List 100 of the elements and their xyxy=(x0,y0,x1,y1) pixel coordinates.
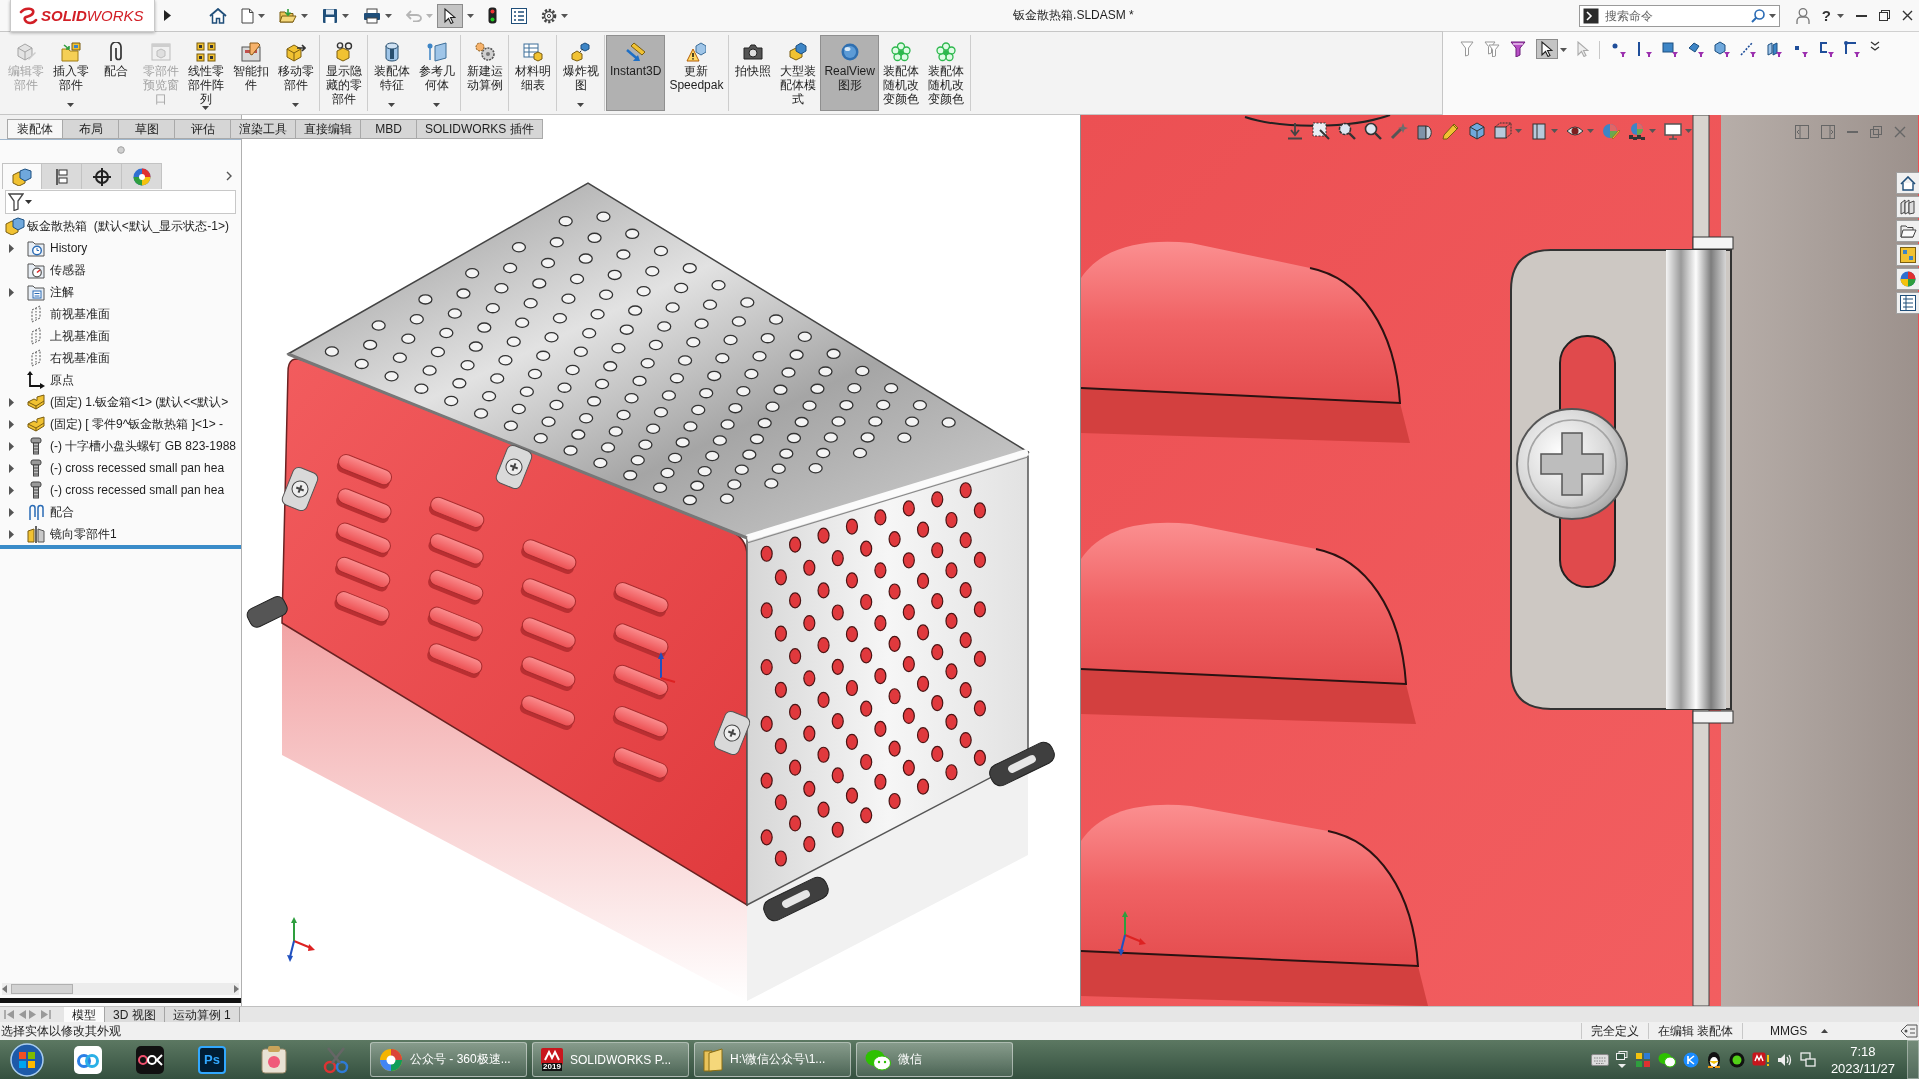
zoom-icon[interactable] xyxy=(1364,122,1382,140)
save-icon[interactable] xyxy=(322,7,338,24)
manager-tab[interactable] xyxy=(82,163,122,189)
square-filter-icon[interactable] xyxy=(1662,41,1678,57)
scroll-right-icon[interactable] xyxy=(234,985,239,993)
chevron-right-icon[interactable] xyxy=(226,171,232,181)
command-button[interactable]: 参考几何体 xyxy=(414,35,459,111)
tree-item[interactable]: (-) cross recessed small pan hea xyxy=(0,479,241,501)
select-button[interactable] xyxy=(437,3,463,28)
app-alert-icon[interactable] xyxy=(1751,1051,1770,1068)
tag-icon[interactable] xyxy=(1900,1024,1918,1038)
dashed-line-filter-icon[interactable] xyxy=(1740,41,1756,57)
user-icon[interactable] xyxy=(1795,7,1810,24)
ribbon-tab[interactable]: 渲染工具 xyxy=(231,119,296,139)
logo-menu[interactable]: SOLIDWORKS xyxy=(10,0,155,32)
taskbar-window-button[interactable]: 微信 xyxy=(856,1042,1013,1077)
caret-down-icon[interactable] xyxy=(561,13,568,18)
start-orb-icon[interactable] xyxy=(10,1042,44,1077)
scroll-thumb[interactable] xyxy=(11,984,73,994)
caret-down-icon[interactable] xyxy=(258,13,265,18)
chat-bubbles-icon[interactable] xyxy=(1657,1051,1676,1068)
rings-app-icon[interactable] xyxy=(136,1045,164,1074)
tree-item[interactable]: (-) 十字槽小盘头螺钉 GB 823-1988 xyxy=(0,435,241,457)
minimize-icon[interactable] xyxy=(1856,14,1867,17)
caret-down-icon[interactable] xyxy=(388,103,395,107)
taskbar-window-button[interactable]: H:\微信公众号\1... xyxy=(694,1042,851,1077)
cube-filter-icon[interactable] xyxy=(1714,41,1730,57)
ps-app-button[interactable]: Ps xyxy=(198,1045,226,1074)
folder-cube-icon[interactable] xyxy=(60,42,81,62)
command-button[interactable]: 装配体随机改变颜色 xyxy=(923,35,969,111)
document-icon[interactable] xyxy=(241,7,254,24)
command-button[interactable]: 线性零部件阵列 xyxy=(183,35,228,111)
horizontal-scrollbar[interactable] xyxy=(2,983,239,995)
section-view-icon[interactable] xyxy=(1416,122,1434,140)
ribbon-tab[interactable]: 装配体 xyxy=(7,119,63,139)
box-icon[interactable] xyxy=(1530,122,1548,140)
camera-icon[interactable] xyxy=(742,42,763,62)
ribbon-tab[interactable]: SOLIDWORKS 插件 xyxy=(417,119,543,139)
round-app-icon[interactable] xyxy=(1682,1051,1699,1068)
expand-arrow-icon[interactable] xyxy=(9,529,14,539)
help-button[interactable]: ? xyxy=(1821,7,1831,24)
dot-filter-icon[interactable] xyxy=(1610,41,1626,57)
tree-item[interactable]: 上视基准面 xyxy=(0,325,241,347)
sphere-icon[interactable] xyxy=(839,42,860,62)
caret-down-icon[interactable] xyxy=(342,13,349,18)
tile-left-icon[interactable] xyxy=(1795,125,1809,139)
caret-down-icon[interactable] xyxy=(385,13,392,18)
command-button[interactable]: 新建运动算例 xyxy=(462,35,507,111)
command-button[interactable]: RealView图形 xyxy=(820,35,879,111)
line-filter-icon[interactable] xyxy=(1636,41,1652,57)
expand-arrow-icon[interactable] xyxy=(9,441,14,451)
scene-ball-icon[interactable] xyxy=(1628,122,1646,140)
command-button[interactable]: 装配体特征 xyxy=(369,35,414,111)
diamond-filter-icon[interactable] xyxy=(1688,41,1704,57)
ribbon-tab[interactable]: 直接编辑 xyxy=(296,119,361,139)
paperclip-icon[interactable] xyxy=(108,42,123,62)
caret-down-icon[interactable] xyxy=(1837,13,1844,18)
ring-icon[interactable] xyxy=(1728,1051,1745,1068)
expand-arrow-icon[interactable] xyxy=(9,287,14,297)
list-icon[interactable] xyxy=(511,7,527,24)
window-stack-icon[interactable] xyxy=(1615,1050,1628,1069)
bottom-tab[interactable]: 3D 视图 xyxy=(105,1007,165,1022)
pencil-icon[interactable] xyxy=(1442,122,1460,140)
screw-box-icon[interactable] xyxy=(240,42,261,62)
grid-icon[interactable] xyxy=(195,42,216,62)
tree-item[interactable]: 前视基准面 xyxy=(0,303,241,325)
tree-item[interactable]: (固定) [ 零件9^钣金散热箱 ]<1> - xyxy=(0,413,241,435)
parts-glasses-icon[interactable] xyxy=(333,42,354,62)
select-button[interactable] xyxy=(1536,39,1558,59)
ribbon-tab[interactable]: 评估 xyxy=(175,119,231,139)
scroll-left-icon[interactable] xyxy=(2,985,7,993)
exploded-parts-icon[interactable] xyxy=(570,42,591,62)
home-icon[interactable] xyxy=(209,7,227,24)
command-button[interactable]: 材料明细表 xyxy=(510,35,555,111)
gears-icon[interactable] xyxy=(474,42,495,62)
expand-arrow-icon[interactable] xyxy=(9,419,14,429)
taskbar-window-button[interactable]: 公众号 - 360极速... xyxy=(370,1042,527,1077)
tree-item[interactable]: History xyxy=(0,237,241,259)
taskbar-window-button[interactable]: 2019 SOLIDWORKS P... xyxy=(532,1042,689,1077)
tree-item[interactable]: 传感器 xyxy=(0,259,241,281)
command-button[interactable]: Instant3D xyxy=(606,35,666,111)
tree-item[interactable]: (固定) 1.钣金箱<1> (默认<<默认> xyxy=(0,391,241,413)
filter-icon[interactable] xyxy=(1460,41,1474,57)
command-button[interactable]: 显示隐藏的零部件 xyxy=(321,35,366,111)
keyboard-icon[interactable] xyxy=(1590,1053,1609,1066)
settings-icon[interactable] xyxy=(541,7,557,24)
caret-down-icon[interactable] xyxy=(433,103,440,107)
traffic-light-icon[interactable] xyxy=(488,7,497,24)
command-button[interactable]: 爆炸视图 xyxy=(558,35,603,111)
speaker-icon[interactable] xyxy=(1776,1052,1793,1067)
bottom-tab[interactable]: 模型 xyxy=(64,1007,105,1022)
print-icon[interactable] xyxy=(363,7,381,24)
caret-down-icon[interactable] xyxy=(467,13,474,18)
manager-tab[interactable] xyxy=(42,163,82,189)
command-button[interactable]: 装配体随机改变颜色 xyxy=(878,35,924,111)
command-button[interactable]: 更新Speedpak xyxy=(665,35,728,111)
tree-item[interactable]: 钣金散热箱 (默认<默认_显示状态-1>) xyxy=(0,215,241,237)
command-button[interactable]: 大型装配体模式 xyxy=(775,35,821,111)
penguin-icon[interactable] xyxy=(1705,1050,1722,1069)
plane-point-icon[interactable] xyxy=(426,42,447,62)
